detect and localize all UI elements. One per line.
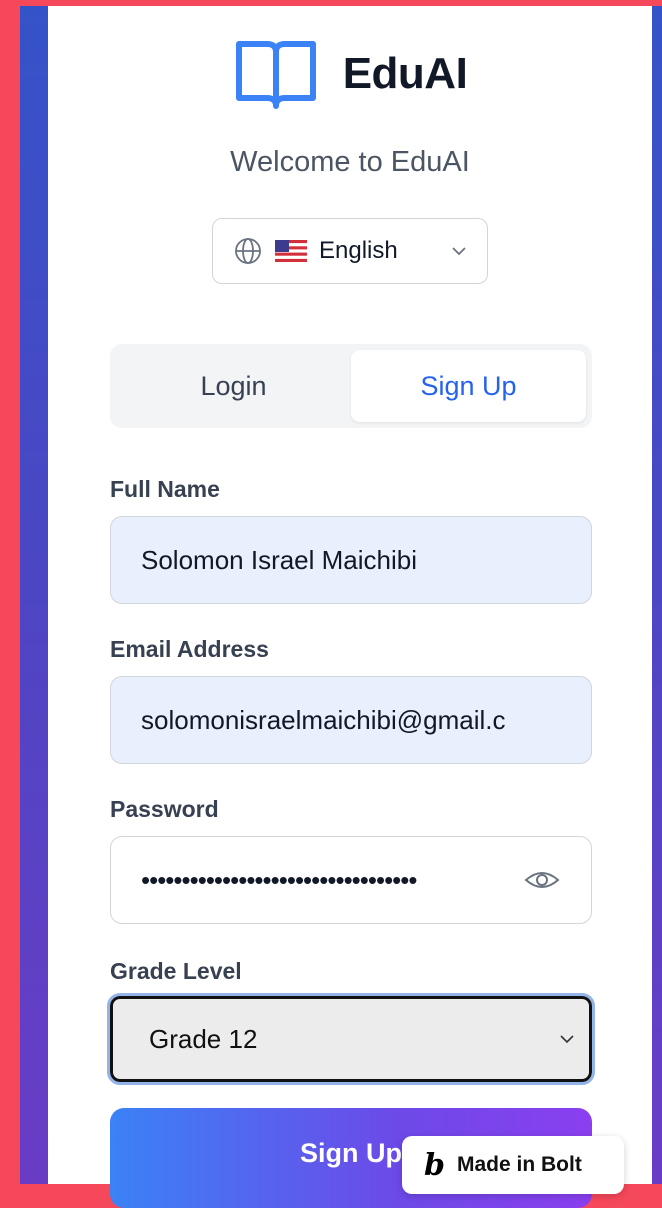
chevron-down-icon (452, 247, 466, 256)
grade-label: Grade Level (110, 958, 242, 984)
password-input[interactable]: •••••••••••••••••••••••••••••••••• (110, 836, 592, 924)
bolt-badge-label: Made in Bolt (456, 1153, 582, 1176)
us-flag-icon (275, 240, 307, 262)
bolt-logo-icon: b (424, 1147, 445, 1183)
grade-value: Grade 12 (149, 1023, 258, 1054)
tab-signup[interactable]: Sign Up (351, 350, 586, 422)
language-selector[interactable]: English (212, 218, 488, 284)
tab-login[interactable]: Login (116, 350, 351, 422)
eye-icon[interactable] (523, 865, 561, 895)
password-value: •••••••••••••••••••••••••••••••••• (141, 864, 417, 895)
book-open-icon (235, 41, 316, 109)
chevron-down-icon (560, 1035, 574, 1044)
language-label: English (319, 237, 398, 264)
brand-name: EduAI (342, 49, 468, 98)
welcome-text: Welcome to EduAI (230, 146, 470, 178)
full-name-label: Full Name (110, 476, 220, 502)
made-in-bolt-badge[interactable]: b Made in Bolt (402, 1136, 624, 1194)
email-input[interactable]: solomonisraelmaichibi@gmail.c (110, 676, 592, 764)
globe-icon (235, 238, 261, 264)
auth-tabs: Login Sign Up (110, 344, 592, 428)
password-label: Password (110, 796, 219, 822)
auth-card: EduAI Welcome to EduAI English Login Sig… (48, 6, 652, 1208)
email-label: Email Address (110, 636, 269, 662)
grade-select[interactable]: Grade 12 (107, 993, 595, 1085)
brand-header: EduAI (48, 34, 652, 114)
full-name-input[interactable]: Solomon Israel Maichibi (110, 516, 592, 604)
